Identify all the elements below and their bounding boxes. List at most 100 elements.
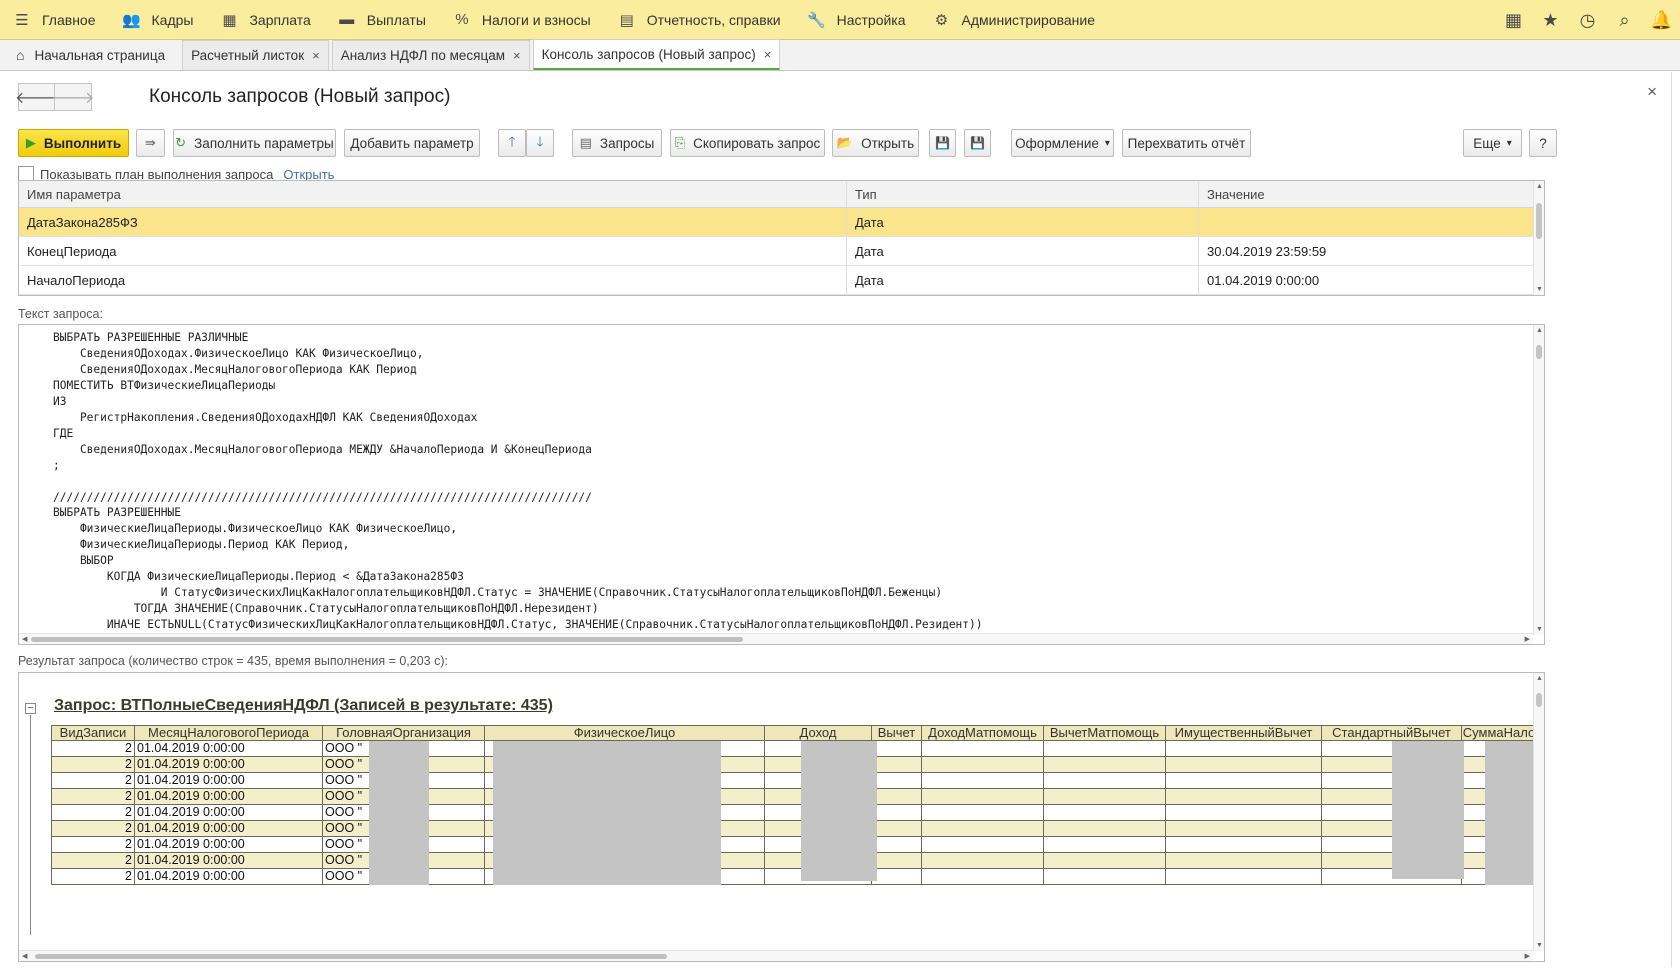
tax-month-cell[interactable]: 01.04.2019 0:00:00 (135, 741, 323, 757)
parameter-type-cell[interactable]: Дата (847, 237, 1199, 265)
result-cell[interactable] (872, 853, 922, 869)
close-form-button[interactable]: × (1647, 82, 1657, 102)
result-row[interactable]: 201.04.2019 0:00:00ООО "" (51, 757, 1537, 773)
result-spreadsheet[interactable]: − Запрос: ВТПолныеСведенияНДФЛ (Записей … (18, 672, 1545, 962)
result-cell[interactable] (922, 853, 1044, 869)
scroll-left-icon[interactable]: ◀ (22, 634, 27, 644)
scroll-up-icon[interactable]: ▲ (1534, 327, 1544, 334)
result-cell[interactable] (872, 821, 922, 837)
query-text[interactable]: ВЫБРАТЬ РАЗРЕШЕННЫЕ РАЗЛИЧНЫЕ СведенияОД… (53, 330, 983, 644)
help-button[interactable]: ? (1529, 129, 1557, 157)
result-cell[interactable] (922, 837, 1044, 853)
section-menu-item[interactable]: ▦ Зарплата (207, 0, 324, 40)
section-menu-item[interactable]: ☰ Главное (0, 0, 110, 40)
parameter-name-cell[interactable]: НачалоПериода (19, 266, 847, 294)
result-cell[interactable] (922, 789, 1044, 805)
scroll-down-icon[interactable]: ▼ (1534, 626, 1544, 633)
result-vertical-scrollbar[interactable]: ▲ ▼ (1533, 673, 1544, 951)
record-type-cell[interactable]: 2 (51, 869, 135, 885)
copy-query-button[interactable]: ⎘ Скопировать запрос (670, 129, 825, 157)
result-cell[interactable] (922, 741, 1044, 757)
forward-button[interactable]: 🡒 (52, 83, 94, 111)
design-dropdown-button[interactable]: Оформление ▾ (1011, 129, 1114, 157)
section-menu-item[interactable]: 🔧 Настройка (795, 0, 920, 40)
result-cell[interactable] (872, 757, 922, 773)
result-cell[interactable] (1166, 869, 1322, 885)
record-type-cell[interactable]: 2 (51, 853, 135, 869)
star-icon[interactable]: ★ (1532, 10, 1569, 31)
result-cell[interactable] (872, 869, 922, 885)
section-menu-item[interactable]: % Налоги и взносы (440, 0, 605, 40)
result-cell[interactable] (922, 821, 1044, 837)
result-column-header[interactable]: СтандартныйВычет (1322, 725, 1462, 741)
record-type-cell[interactable]: 2 (51, 757, 135, 773)
result-column-header[interactable]: ВидЗаписи (51, 725, 135, 741)
record-type-cell[interactable]: 2 (51, 789, 135, 805)
parameter-value-cell[interactable] (1199, 208, 1544, 236)
history-icon[interactable]: ◷ (1569, 10, 1606, 31)
column-header-value[interactable]: Значение (1199, 181, 1544, 207)
result-column-header[interactable]: ГоловнаяОрганизация (323, 725, 485, 741)
parameter-row[interactable]: НачалоПериода Дата 01.04.2019 0:00:00 (19, 266, 1544, 295)
result-row[interactable]: 201.04.2019 0:00:00ООО "" (51, 741, 1537, 757)
result-cell[interactable] (872, 741, 922, 757)
result-column-header[interactable]: МесяцНалоговогоПериода (135, 725, 323, 741)
result-row[interactable]: 201.04.2019 0:00:00ООО "" (51, 853, 1537, 869)
section-menu-item[interactable]: ⚙ Администрирование (920, 0, 1110, 40)
result-cell[interactable] (1044, 805, 1166, 821)
result-cell[interactable] (922, 773, 1044, 789)
save-as-button[interactable]: 💾 (964, 129, 991, 157)
result-column-header[interactable]: ДоходМатпомощь (922, 725, 1044, 741)
record-type-cell[interactable]: 2 (51, 821, 135, 837)
scroll-right-icon[interactable]: ▶ (1525, 951, 1530, 961)
tax-month-cell[interactable]: 01.04.2019 0:00:00 (135, 773, 323, 789)
result-cell[interactable] (922, 869, 1044, 885)
open-button[interactable]: 📂 Открыть (832, 129, 919, 157)
save-button[interactable]: 💾 (929, 129, 956, 157)
tab-home[interactable]: ⌂ Начальная страница (6, 40, 179, 70)
close-tab-icon[interactable]: × (312, 48, 320, 63)
result-cell[interactable] (1166, 853, 1322, 869)
result-cell[interactable] (1166, 821, 1322, 837)
parameter-name-cell[interactable]: КонецПериода (19, 237, 847, 265)
result-column-header[interactable]: ИмущественныйВычет (1166, 725, 1322, 741)
scrollbar-thumb[interactable] (31, 637, 743, 642)
tab-window[interactable]: Консоль запросов (Новый запрос) × (532, 39, 781, 70)
result-cell[interactable] (1044, 757, 1166, 773)
result-cell[interactable] (1044, 821, 1166, 837)
execute-button[interactable]: ▶ Выполнить (18, 129, 129, 157)
scrollbar-thumb[interactable] (35, 954, 667, 959)
tab-window[interactable]: Анализ НДФЛ по месяцам × (331, 40, 530, 70)
result-row[interactable]: 201.04.2019 0:00:00ООО "" (51, 773, 1537, 789)
result-cell[interactable] (1044, 853, 1166, 869)
move-down-button[interactable]: 🡓 (526, 129, 554, 157)
tax-month-cell[interactable]: 01.04.2019 0:00:00 (135, 789, 323, 805)
queries-button[interactable]: ▤ Запросы (572, 129, 662, 157)
add-parameter-button[interactable]: Добавить параметр (344, 129, 480, 157)
result-column-header[interactable]: ВычетМатпомощь (1044, 725, 1166, 741)
result-row[interactable]: 201.04.2019 0:00:00ООО "" (51, 869, 1537, 885)
tax-month-cell[interactable]: 01.04.2019 0:00:00 (135, 837, 323, 853)
column-header-type[interactable]: Тип (847, 181, 1199, 207)
parameter-type-cell[interactable]: Дата (847, 208, 1199, 236)
section-menu-item[interactable]: ▬ Выплаты (325, 0, 440, 40)
search-icon[interactable]: ⌕ (1606, 10, 1643, 31)
result-row[interactable]: 201.04.2019 0:00:00ООО "" (51, 821, 1537, 837)
scroll-down-icon[interactable]: ▼ (1534, 942, 1544, 949)
result-row[interactable]: 201.04.2019 0:00:00ООО "" (51, 837, 1537, 853)
more-dropdown-button[interactable]: Еще ▾ (1463, 129, 1522, 157)
move-up-button[interactable]: 🡑 (498, 129, 526, 157)
parameter-row[interactable]: КонецПериода Дата 30.04.2019 23:59:59 (19, 237, 1544, 266)
intercept-report-button[interactable]: Перехватить отчёт (1122, 129, 1251, 157)
result-column-header[interactable]: Доход (765, 725, 872, 741)
section-menu-item[interactable]: 👥 Кадры (110, 0, 208, 40)
result-cell[interactable] (1044, 837, 1166, 853)
result-cell[interactable] (1044, 789, 1166, 805)
scroll-right-icon[interactable]: ▶ (1525, 634, 1530, 644)
scrollbar-thumb[interactable] (1536, 345, 1542, 359)
result-cell[interactable] (1166, 757, 1322, 773)
tab-window[interactable]: Расчетный листок × (182, 40, 329, 70)
result-row[interactable]: 201.04.2019 0:00:00ООО "" (51, 805, 1537, 821)
result-cell[interactable] (872, 805, 922, 821)
result-column-header[interactable]: Вычет (872, 725, 922, 741)
